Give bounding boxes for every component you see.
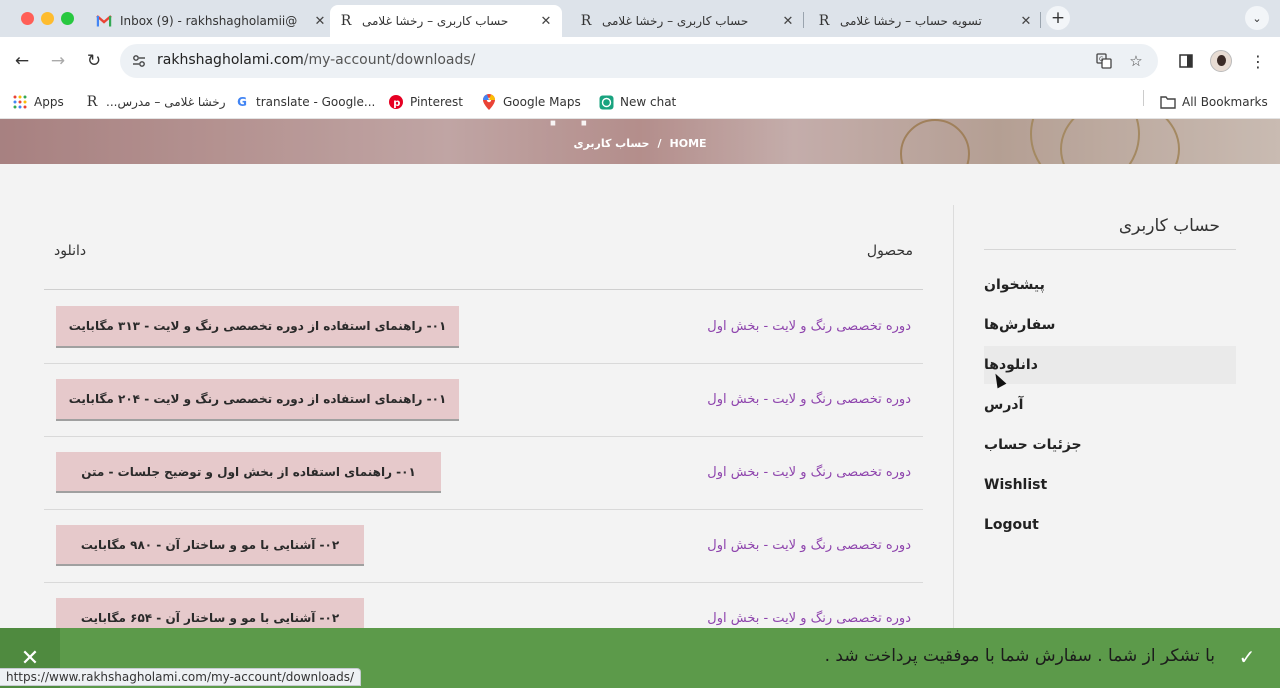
account-nav-wishlist[interactable]: Wishlist <box>984 466 1236 504</box>
browser-toolbar: ← → ↻ rakhshagholami.com/my-account/down… <box>0 37 1280 85</box>
sidebar-divider <box>953 205 954 628</box>
bookmark-label: Apps <box>34 95 64 109</box>
side-panel-icon[interactable] <box>1174 49 1198 73</box>
bookmark-apps[interactable]: Apps <box>12 91 64 113</box>
status-bar-url: https://www.rakhshagholami.com/my-accoun… <box>0 668 362 686</box>
site-info-icon[interactable] <box>130 52 148 70</box>
tab-search-button[interactable]: ⌄ <box>1245 6 1269 30</box>
site-r-icon: R <box>86 94 98 110</box>
bookmark-label: Google Maps <box>503 95 581 109</box>
window-close-button[interactable] <box>21 12 34 25</box>
account-nav-logout[interactable]: Logout <box>984 506 1236 544</box>
address-bar[interactable]: rakhshagholami.com/my-account/downloads/… <box>120 44 1158 78</box>
checkmark-icon: ✓ <box>1238 645 1256 669</box>
table-row-divider <box>44 509 923 510</box>
product-link[interactable]: دوره تخصصی رنگ و لایت - بخش اول <box>600 465 911 480</box>
bookmarks-bar: Apps R رخشا غلامی – مدرس... G translate … <box>0 85 1280 119</box>
tab-account[interactable]: R حساب کاربری – رخشا غلامی ✕ <box>570 5 796 37</box>
account-nav-account-details[interactable]: جزئیات حساب <box>984 426 1236 464</box>
all-bookmarks-button[interactable]: All Bookmarks <box>1160 91 1268 113</box>
more-menu-icon[interactable]: ⋮ <box>1246 49 1270 73</box>
account-nav-orders[interactable]: سفارش‌ها <box>984 306 1236 344</box>
table-row-divider <box>44 436 923 437</box>
site-r-icon: R <box>818 13 830 29</box>
breadcrumb: حساب کاربری / HOME <box>560 137 720 150</box>
tab-title: Inbox (9) - rakhshagholamii@ <box>120 14 298 28</box>
download-button[interactable]: ۰۱- راهنمای استفاده از دوره تخصصی رنگ و … <box>56 379 459 421</box>
tab-title: حساب کاربری – رخشا غلامی <box>362 14 509 28</box>
product-link[interactable]: دوره تخصصی رنگ و لایت - بخش اول <box>600 538 911 553</box>
close-icon[interactable]: ✕ <box>780 13 796 29</box>
pinterest-icon: p <box>388 94 404 110</box>
svg-text:G: G <box>1099 56 1104 63</box>
bookmark-translate[interactable]: G translate - Google... <box>234 91 375 113</box>
hero-title-fragment: · · <box>548 119 595 139</box>
maps-icon <box>481 94 497 110</box>
close-icon[interactable]: ✕ <box>538 13 554 29</box>
site-r-icon: R <box>580 13 592 29</box>
profile-avatar[interactable] <box>1210 50 1232 72</box>
back-arrow-icon[interactable]: ← <box>10 49 34 73</box>
product-link[interactable]: دوره تخصصی رنگ و لایت - بخش اول <box>600 392 911 407</box>
bookmark-label: All Bookmarks <box>1182 95 1268 109</box>
notice-message: با تشکر از شما . سفارش شما با موفقیت پرد… <box>824 646 1215 666</box>
tab-inbox[interactable]: Inbox (9) - rakhshagholamii@ ✕ <box>96 5 328 37</box>
close-icon[interactable]: ✕ <box>1018 13 1034 29</box>
tab-title: حساب کاربری – رخشا غلامی <box>602 14 749 28</box>
account-title-rule <box>984 249 1236 250</box>
forward-arrow-icon[interactable]: → <box>46 49 70 73</box>
breadcrumb-home-link[interactable]: HOME <box>670 137 707 150</box>
folder-icon <box>1160 94 1176 110</box>
account-title: حساب کاربری <box>1118 216 1220 236</box>
apps-grid-icon <box>12 94 28 110</box>
bookmark-star-icon[interactable]: ☆ <box>1127 52 1145 70</box>
download-button[interactable]: ۰۱- راهنمای استفاده از بخش اول و توضیح ج… <box>56 452 441 493</box>
breadcrumb-current: حساب کاربری <box>573 137 650 150</box>
window-zoom-button[interactable] <box>61 12 74 25</box>
download-button[interactable]: ۰۱- راهنمای استفاده از دوره تخصصی رنگ و … <box>56 306 459 348</box>
bookmark-rakhsha[interactable]: R رخشا غلامی – مدرس... <box>84 91 226 113</box>
account-nav-dashboard[interactable]: پیشخوان <box>984 266 1236 304</box>
bookmark-new-chat[interactable]: New chat <box>598 91 676 113</box>
table-row-divider <box>44 582 923 583</box>
tab-separator <box>1040 12 1041 28</box>
product-link[interactable]: دوره تخصصی رنگ و لایت - بخش اول <box>600 319 911 334</box>
breadcrumb-separator: / <box>657 137 662 150</box>
account-nav-downloads[interactable]: دانلودها <box>984 346 1236 384</box>
svg-text:p: p <box>393 98 400 109</box>
bookmark-label: Pinterest <box>410 95 464 109</box>
account-nav-address[interactable]: آدرس <box>984 386 1236 424</box>
chatgpt-icon <box>598 94 614 110</box>
bookmark-pinterest[interactable]: p Pinterest <box>388 91 463 113</box>
table-row-divider <box>44 363 923 364</box>
tab-account-active[interactable]: R حساب کاربری – رخشا غلامی ✕ <box>330 5 562 37</box>
column-header-download: دانلود <box>54 243 87 259</box>
bookmark-label: New chat <box>620 95 677 109</box>
product-link[interactable]: دوره تخصصی رنگ و لایت - بخش اول <box>600 611 911 626</box>
reload-icon[interactable]: ↻ <box>82 49 106 73</box>
tab-separator <box>803 12 804 28</box>
gmail-icon <box>96 13 112 29</box>
tab-checkout[interactable]: R تسویه حساب – رخشا غلامی ✕ <box>808 5 1034 37</box>
translate-icon[interactable]: G <box>1095 52 1113 70</box>
download-button[interactable]: ۰۲- آشنایی با مو و ساختار آن - ۹۸۰ مگابا… <box>56 525 364 566</box>
window-minimize-button[interactable] <box>41 12 54 25</box>
google-icon: G <box>237 95 247 109</box>
bookmark-label: رخشا غلامی – مدرس... <box>106 95 226 109</box>
column-header-product: محصول <box>866 243 913 259</box>
bookmark-label: translate - Google... <box>256 95 376 109</box>
browser-tab-strip: Inbox (9) - rakhshagholamii@ ✕ R حساب کا… <box>0 0 1280 37</box>
site-r-icon: R <box>340 13 352 29</box>
url-text[interactable]: rakhshagholami.com/my-account/downloads/ <box>157 52 475 68</box>
tab-title: تسویه حساب – رخشا غلامی <box>840 14 982 28</box>
bookmark-google-maps[interactable]: Google Maps <box>481 91 581 113</box>
close-icon[interactable]: ✕ <box>312 13 328 29</box>
bookmarks-separator <box>1143 90 1144 106</box>
new-tab-button[interactable]: + <box>1046 6 1070 30</box>
table-header-rule <box>44 289 923 290</box>
